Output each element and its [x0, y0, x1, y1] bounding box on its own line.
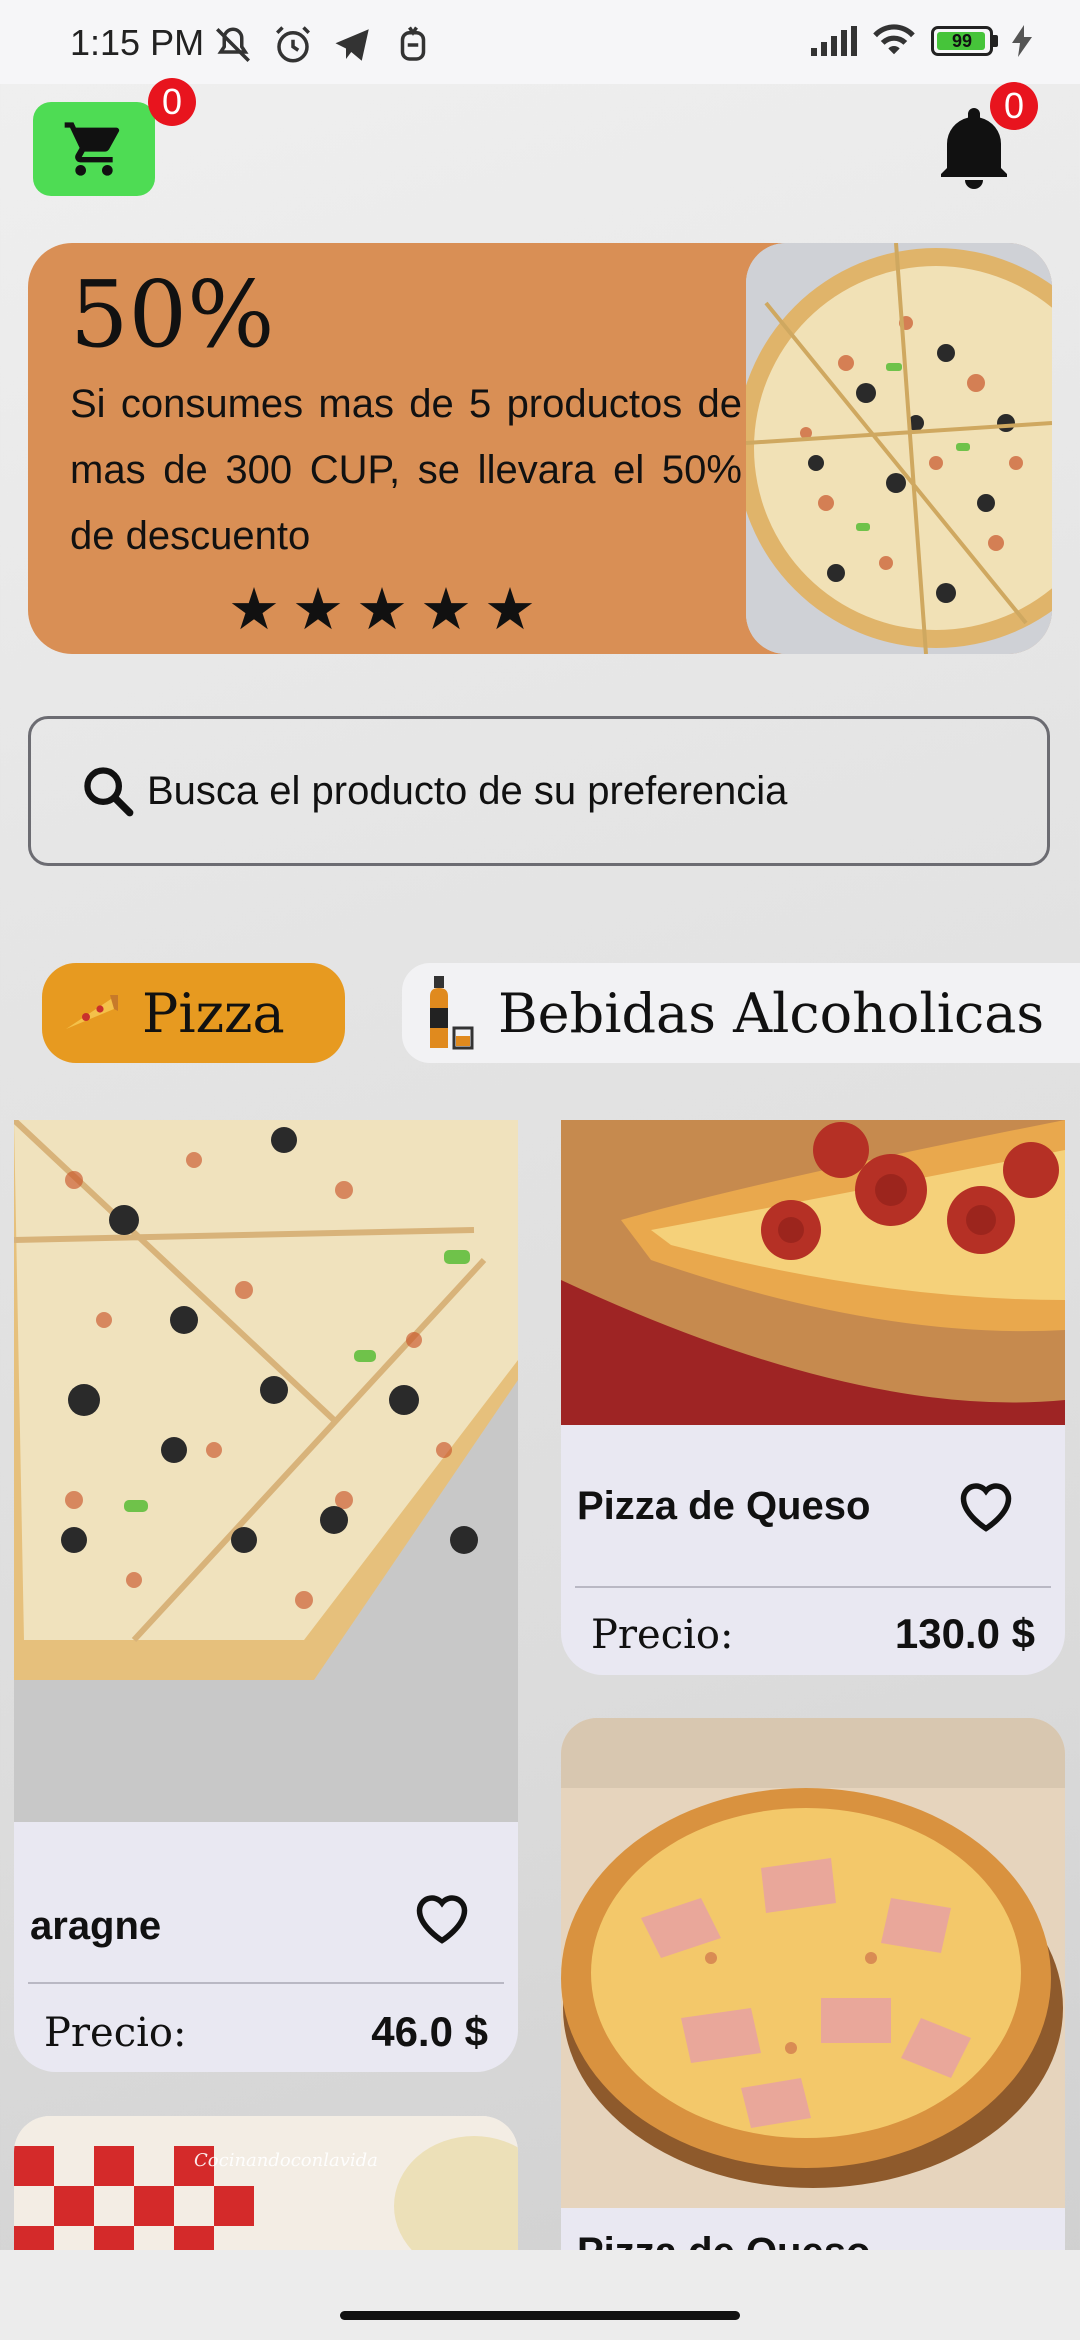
- star-icon: ★: [228, 577, 280, 642]
- product-name: aragne: [30, 1904, 162, 1948]
- promo-rating: ★ ★ ★ ★ ★: [228, 581, 536, 639]
- product-name: Pizza de Queso: [577, 2230, 870, 2250]
- charging-icon: [1012, 25, 1032, 57]
- card-divider: [575, 1586, 1051, 1588]
- category-label: Bebidas Alcoholicas: [498, 981, 1045, 1045]
- product-card[interactable]: aragne Precio: 46.0 $: [14, 1120, 518, 2072]
- star-icon: ★: [420, 577, 472, 642]
- alarm-icon: [276, 26, 310, 63]
- pizza-icon: [66, 995, 118, 1029]
- cart-button[interactable]: [33, 102, 155, 196]
- product-image: [561, 1120, 1065, 1425]
- promo-banner[interactable]: 50% Si consumes mas de 5 productos de ma…: [28, 243, 1052, 654]
- promo-pizza-image: [746, 243, 1052, 654]
- star-icon: ★: [356, 577, 408, 642]
- telegram-icon: [335, 29, 369, 61]
- product-image: [561, 1718, 1065, 2208]
- category-label: Pizza: [142, 981, 285, 1045]
- category-pizza[interactable]: Pizza: [42, 963, 345, 1063]
- price-label: Precio:: [44, 2010, 187, 2056]
- category-bebidas-alcoholicas[interactable]: Bebidas Alcoholicas: [402, 963, 1080, 1063]
- promo-percent: 50%: [70, 261, 275, 368]
- battery-icon: 99: [931, 26, 998, 56]
- product-price: 130.0 $: [894, 1610, 1035, 1657]
- star-icon: ★: [484, 577, 536, 642]
- product-card[interactable]: Cocinandoconlavida: [14, 2116, 518, 2250]
- card-divider: [28, 1982, 504, 1984]
- product-image: [14, 1120, 518, 1822]
- favorite-heart-icon[interactable]: [956, 1478, 1016, 1534]
- cart-icon: [64, 122, 120, 176]
- promo-description: Si consumes mas de 5 productos de mas de…: [70, 382, 742, 558]
- watermark-text: Cocinandoconlavida: [194, 2150, 378, 2171]
- bottle-icon: [430, 976, 474, 1050]
- product-card[interactable]: Pizza de Queso Precio: 130.0 $: [561, 1120, 1065, 1675]
- search-box[interactable]: [28, 716, 1050, 866]
- battery-level: 99: [951, 30, 973, 51]
- price-label: Precio:: [591, 1612, 734, 1658]
- search-icon: [84, 767, 134, 817]
- wifi-icon: [873, 24, 915, 55]
- status-right: 99: [811, 24, 1032, 58]
- notification-count-badge: 0: [990, 82, 1038, 130]
- mute-icon: [216, 27, 250, 62]
- signal-icon: [811, 26, 857, 56]
- product-price: 46.0 $: [371, 2008, 488, 2055]
- status-bar: 1:15 PM 99: [0, 0, 1080, 84]
- status-time: 1:15 PM: [70, 22, 205, 63]
- status-icons: [212, 24, 434, 66]
- app-notification-icon: [400, 26, 426, 61]
- product-card[interactable]: Pizza de Queso: [561, 1718, 1065, 2250]
- system-nav-bar: [0, 2250, 1080, 2340]
- product-image: Cocinandoconlavida: [14, 2116, 518, 2250]
- home-indicator[interactable]: [340, 2311, 740, 2320]
- cart-count-badge: 0: [148, 78, 196, 126]
- favorite-heart-icon[interactable]: [412, 1890, 472, 1946]
- star-icon: ★: [292, 577, 344, 642]
- product-name: Pizza de Queso: [577, 1484, 871, 1528]
- search-input[interactable]: [145, 767, 969, 815]
